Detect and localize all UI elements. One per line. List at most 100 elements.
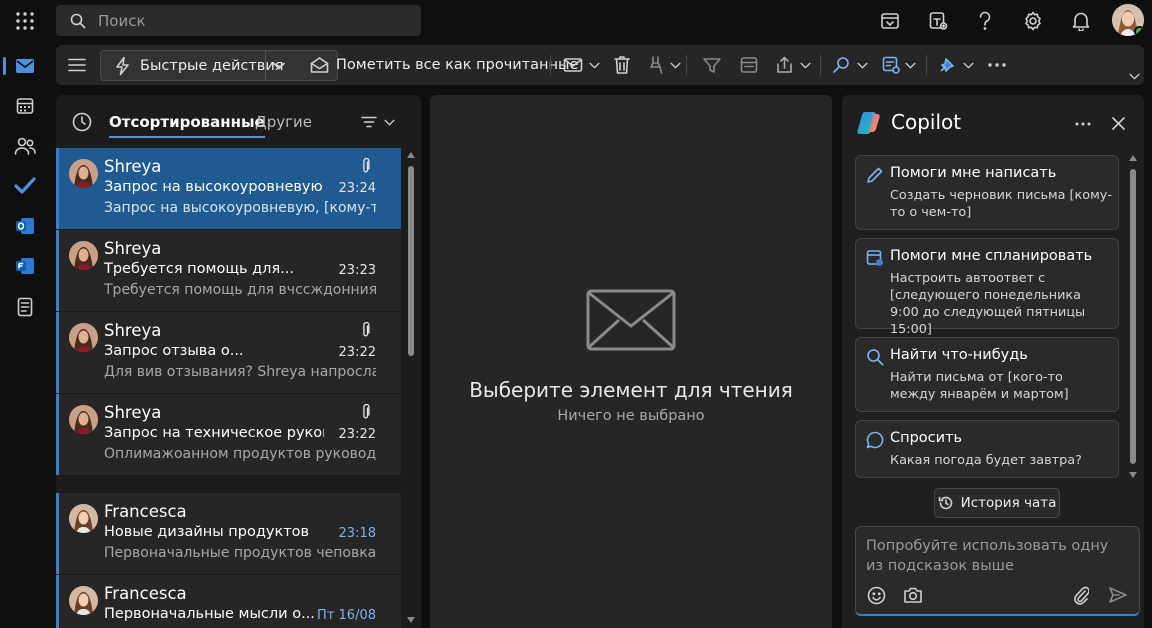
copilot-logo-icon xyxy=(857,112,880,134)
teams-meet-icon[interactable] xyxy=(925,8,951,34)
scroll-down-arrow-icon[interactable] xyxy=(1129,472,1137,478)
message-subject: Первоначальные мысли о... xyxy=(104,606,315,622)
prompt-card-heading: Помоги мне спланировать xyxy=(890,248,1093,264)
notifications-bell-icon[interactable] xyxy=(1068,8,1094,34)
forms-icon[interactable] xyxy=(5,248,45,284)
close-icon[interactable] xyxy=(1112,117,1125,130)
search-box[interactable]: Поиск xyxy=(56,5,421,36)
prompt-card-heading: Спросить xyxy=(890,430,963,446)
message-subject: Запрос на высокоуровневую... xyxy=(104,179,324,195)
trash-icon xyxy=(614,56,630,74)
prompt-card-write[interactable]: Помоги мне написать Создать черновик пис… xyxy=(855,155,1119,230)
message-subject: Новые дизайны продуктов xyxy=(104,524,310,540)
message-list-pane: Отсортированные Другие Shreya Запрос на … xyxy=(56,95,421,628)
sweep-icon xyxy=(650,56,663,74)
copilot-more-icon[interactable] xyxy=(1075,122,1091,126)
empty-state-title: Выберите элемент для чтения xyxy=(469,378,793,402)
message-time: 23:22 xyxy=(338,427,376,442)
calendar-icon[interactable] xyxy=(5,88,45,124)
ribbon-separator xyxy=(550,55,551,75)
sender-avatar xyxy=(69,241,98,270)
prompt-card-ask[interactable]: Спросить Какая погода будет завтра? xyxy=(855,420,1119,478)
prompt-card-description: Создать черновик письма [кому-то о чем-т… xyxy=(890,188,1112,220)
message-item[interactable]: Shreya Требуется помощь для... 23:23 Тре… xyxy=(56,230,401,311)
sweep-button[interactable] xyxy=(649,45,681,85)
history-icon xyxy=(938,496,952,510)
apps-button[interactable] xyxy=(938,45,974,85)
message-item[interactable]: Shreya Запрос отзыва о... 23:22 Для вив … xyxy=(56,312,401,393)
prompt-card-find[interactable]: Найти что-нибудь Найти письма от [кого-т… xyxy=(855,337,1119,412)
ribbon-collapse-icon[interactable] xyxy=(1129,69,1140,83)
filter-button[interactable] xyxy=(361,116,395,128)
message-time: 23:18 xyxy=(338,526,376,541)
find-button[interactable] xyxy=(832,45,868,85)
prompt-card-plan[interactable]: Помоги мне спланировать Настроить автоот… xyxy=(855,238,1119,337)
history-clock-icon[interactable] xyxy=(72,112,92,132)
scroll-up-arrow-icon[interactable] xyxy=(407,152,415,158)
attachment-paperclip-icon xyxy=(363,322,370,337)
sender-avatar xyxy=(69,159,98,188)
message-list-scrollbar[interactable] xyxy=(402,148,421,628)
delete-button[interactable] xyxy=(613,45,631,85)
message-time: Пт 16/08 xyxy=(317,608,376,623)
schedule-button[interactable] xyxy=(740,45,758,85)
scroll-up-arrow-icon[interactable] xyxy=(1129,155,1137,161)
presence-available-icon xyxy=(1134,26,1144,36)
copilot-composer[interactable]: Попробуйте использовать одну из подсказо… xyxy=(855,526,1140,616)
attach-paperclip-icon[interactable] xyxy=(1073,585,1089,605)
todo-icon[interactable] xyxy=(5,168,45,204)
message-time: 23:23 xyxy=(338,263,376,278)
copilot-scrollbar[interactable] xyxy=(1127,155,1139,480)
reading-pane: Выберите элемент для чтения Ничего не вы… xyxy=(430,95,832,628)
more-options-icon[interactable] xyxy=(988,45,1006,85)
people-icon[interactable] xyxy=(5,128,45,164)
quick-actions-label: Быстрые действия xyxy=(140,57,284,74)
message-item[interactable]: Francesca Новые дизайны продуктов 23:18 … xyxy=(56,493,401,574)
camera-icon[interactable] xyxy=(903,586,923,604)
scrollbar-thumb[interactable] xyxy=(408,166,414,356)
lightning-icon xyxy=(116,56,129,75)
my-day-icon[interactable] xyxy=(877,8,903,34)
message-preview: Требуется помощь для вчссждонния т... xyxy=(104,282,376,298)
mark-all-read-button[interactable]: Пометить все как прочитанные xyxy=(310,45,578,85)
message-item[interactable]: Francesca Первоначальные мысли о... Пт 1… xyxy=(56,575,401,628)
message-item[interactable]: Shreya Запрос на высокоуровневую... 23:2… xyxy=(56,148,401,229)
rules-button[interactable] xyxy=(882,45,916,85)
help-icon[interactable] xyxy=(972,8,998,34)
attachment-paperclip-icon xyxy=(363,404,370,419)
mark-all-read-label: Пометить все как прочитанные xyxy=(336,57,579,73)
apps-more-icon[interactable] xyxy=(5,289,45,325)
chevron-down-icon xyxy=(963,62,974,68)
hamburger-menu-icon[interactable] xyxy=(68,45,86,85)
message-sender: Shreya xyxy=(104,403,162,422)
message-sender: Shreya xyxy=(104,157,162,176)
scroll-down-arrow-icon[interactable] xyxy=(407,617,415,623)
chevron-down-icon[interactable] xyxy=(273,62,285,70)
chevron-down-icon xyxy=(670,62,681,68)
calendar-small-icon xyxy=(740,57,758,73)
attachment-paperclip-icon xyxy=(363,158,370,173)
app-launcher-icon[interactable] xyxy=(5,3,45,39)
outlook-icon[interactable] xyxy=(5,208,45,244)
send-icon[interactable] xyxy=(1108,586,1128,604)
tab-other[interactable]: Другие xyxy=(255,113,312,131)
pencil-icon xyxy=(867,167,883,183)
sender-avatar xyxy=(69,323,98,352)
message-sender: Shreya xyxy=(104,239,162,258)
tab-focused[interactable]: Отсортированные xyxy=(109,113,265,138)
share-icon xyxy=(777,56,792,73)
chevron-down-icon xyxy=(589,62,600,68)
scrollbar-thumb[interactable] xyxy=(1130,169,1136,464)
filter-mail-button[interactable] xyxy=(702,45,722,85)
emoji-icon[interactable] xyxy=(867,586,886,605)
mail-icon[interactable] xyxy=(5,48,45,84)
chat-history-button[interactable]: История чата xyxy=(934,488,1060,518)
settings-gear-icon[interactable] xyxy=(1020,8,1046,34)
chat-history-label: История чата xyxy=(960,495,1057,511)
message-item[interactable]: Shreya Запрос на техническое руковод... … xyxy=(56,394,401,475)
pin-apps-icon xyxy=(940,58,954,72)
share-button[interactable] xyxy=(775,45,811,85)
quick-actions-button[interactable]: Быстрые действия xyxy=(100,50,338,81)
read-unread-button[interactable] xyxy=(563,45,600,85)
user-avatar[interactable] xyxy=(1112,4,1144,36)
